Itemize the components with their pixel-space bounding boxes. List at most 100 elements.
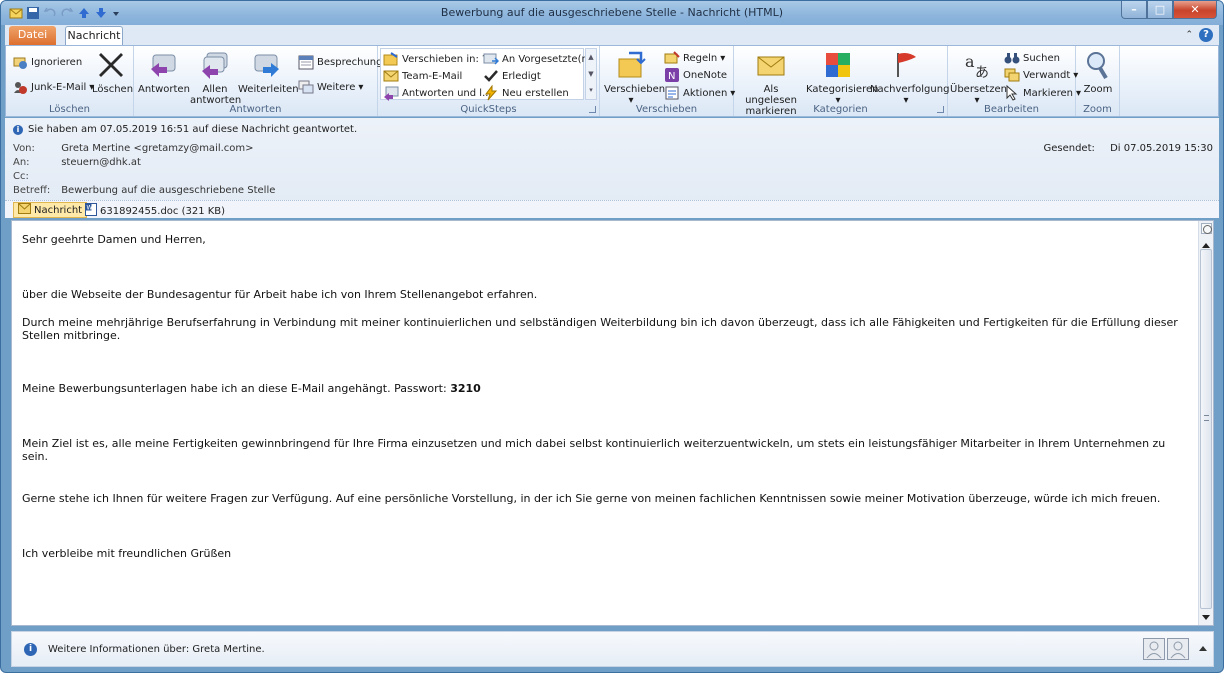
expand-gallery-icon[interactable]: ▾ xyxy=(586,83,596,97)
subject: Bewerbung auf die ausgeschriebene Stelle xyxy=(61,185,276,196)
checkmark-icon xyxy=(483,68,499,84)
outlook-message-window: Bewerbung auf die ausgeschriebene Stelle… xyxy=(0,0,1224,673)
paragraph-2: Durch meine mehrjährige Berufserfahrung … xyxy=(22,316,1178,342)
maximize-button[interactable]: □ xyxy=(1147,1,1173,19)
ignore-button[interactable]: Ignorieren xyxy=(12,54,82,70)
zoom-button[interactable]: Zoom xyxy=(1080,49,1116,95)
binoculars-icon xyxy=(1004,50,1020,66)
more-respond-button[interactable]: Weitere ▾ xyxy=(298,79,363,95)
reply-all-button[interactable]: Allen antworten xyxy=(190,49,241,106)
scroll-up-icon[interactable] xyxy=(1202,243,1210,248)
message-header: i Sie haben am 07.05.2019 16:51 auf dies… xyxy=(5,118,1219,201)
unread-mail-icon xyxy=(757,56,785,76)
expand-people-pane-icon[interactable] xyxy=(1199,646,1207,651)
sent-date: Gesendet: Di 07.05.2019 15:30 xyxy=(1043,143,1213,154)
tab-message[interactable]: Nachricht xyxy=(65,26,123,46)
quicksteps-scroll[interactable]: ▲ ▼ ▾ xyxy=(585,48,597,100)
close-button[interactable]: ✕ xyxy=(1173,1,1217,19)
message-body[interactable]: Sehr geehrte Damen und Herren, über die … xyxy=(11,220,1214,626)
window-controls: – □ ✕ xyxy=(1121,1,1217,19)
quickstep-reply-delete[interactable]: Antworten und l... xyxy=(383,85,492,101)
help-icon[interactable]: ? xyxy=(1199,28,1213,42)
group-label-zoom: Zoom xyxy=(1083,104,1112,115)
scroll-up-icon[interactable]: ▲ xyxy=(586,49,596,66)
group-quicksteps: Verschieben in: ? An Vorgesetzte(n) Team… xyxy=(378,46,600,116)
quickstep-team-mail[interactable]: Team-E-Mail xyxy=(383,68,462,84)
scroll-down-icon[interactable] xyxy=(1202,615,1210,620)
svg-text:あ: あ xyxy=(975,65,989,81)
scrollbar-thumb[interactable] xyxy=(1200,249,1212,609)
categorize-icon xyxy=(826,53,850,77)
title-bar: Bewerbung auf die ausgeschriebene Stelle… xyxy=(1,1,1223,25)
group-respond: Antworten Allen antworten Weiterleiten B… xyxy=(134,46,382,116)
recipient[interactable]: steuern@dhk.at xyxy=(61,157,141,168)
people-pane: i Weitere Informationen über: Greta Mert… xyxy=(11,631,1214,667)
quickstep-move-to[interactable]: Verschieben in: ? xyxy=(383,51,487,67)
quickstep-done[interactable]: Erledigt xyxy=(483,68,541,84)
sender[interactable]: Greta Mertine <gretamzy@mail.com> xyxy=(61,143,253,154)
forward-icon xyxy=(254,54,279,77)
related-icon xyxy=(1004,67,1020,83)
info-icon: i xyxy=(13,124,23,135)
message-tab[interactable]: Nachricht xyxy=(13,202,88,218)
meeting-button[interactable]: Besprechung xyxy=(298,54,382,70)
chevron-down-icon: ▾ xyxy=(358,81,364,93)
minimize-button[interactable]: – xyxy=(1121,1,1147,19)
move-button[interactable]: Verschieben ▾ xyxy=(604,49,665,106)
reply-all-icon xyxy=(202,52,228,79)
select-button[interactable]: Markieren ▾ xyxy=(1004,84,1081,101)
grip-icon xyxy=(1204,415,1209,421)
attachment-file[interactable]: W 631892455.doc (321 KB) xyxy=(85,203,225,219)
forward-button[interactable]: Weiterleiten xyxy=(238,49,299,95)
svg-text:W: W xyxy=(87,205,93,212)
smiley-icon xyxy=(1201,223,1212,234)
magnifier-icon xyxy=(1087,52,1108,80)
reply-icon xyxy=(151,54,176,77)
dialog-launcher-icon[interactable] xyxy=(937,106,944,113)
paragraph-3: Meine Bewerbungsunterlagen habe ich an d… xyxy=(22,382,481,395)
more-icon xyxy=(298,79,314,95)
avatar[interactable] xyxy=(1167,638,1189,660)
dialog-launcher-icon[interactable] xyxy=(589,106,596,113)
group-move: Verschieben ▾ Regeln ▾ N OneNote Aktione… xyxy=(600,46,735,116)
info-bar[interactable]: i Sie haben am 07.05.2019 16:51 auf dies… xyxy=(13,124,357,135)
find-button[interactable]: Suchen xyxy=(1004,50,1060,66)
delete-icon xyxy=(99,53,123,77)
translate-icon: aあ xyxy=(965,52,989,81)
reply-button[interactable]: Antworten xyxy=(138,49,190,95)
cursor-icon xyxy=(1004,84,1020,101)
group-tags: Als ungelesen markieren Kategorisieren ▾… xyxy=(734,46,949,117)
group-label-delete: Löschen xyxy=(48,104,91,115)
onenote-icon: N xyxy=(664,67,680,83)
paragraph-4: Mein Ziel ist es, alle meine Fertigkeite… xyxy=(22,437,1166,463)
related-button[interactable]: Verwandt ▾ xyxy=(1004,67,1078,83)
greeting: Sehr geehrte Damen und Herren, xyxy=(22,233,206,246)
actions-button[interactable]: Aktionen ▾ xyxy=(664,85,735,101)
group-label-quicksteps: QuickSteps xyxy=(460,104,517,115)
vertical-scrollbar[interactable] xyxy=(1198,221,1213,625)
onenote-button[interactable]: N OneNote xyxy=(664,67,727,83)
quickstep-create-new[interactable]: Neu erstellen xyxy=(483,84,569,101)
subject-row: Betreff: Bewerbung auf die ausgeschriebe… xyxy=(13,185,276,196)
junk-mail-button[interactable]: Junk-E-Mail ▾ xyxy=(12,79,94,95)
envelope-icon xyxy=(18,203,31,217)
translate-button[interactable]: aあ Übersetzen ▾ xyxy=(950,49,1007,106)
quickstep-to-manager[interactable]: An Vorgesetzte(n) xyxy=(483,51,592,67)
minimize-ribbon-icon[interactable]: ⌃ xyxy=(1185,30,1193,40)
avatar[interactable] xyxy=(1143,638,1165,660)
scroll-down-icon[interactable]: ▼ xyxy=(586,66,596,83)
rules-button[interactable]: Regeln ▾ xyxy=(664,50,725,66)
closing: Ich verbleibe mit freundlichen Grüßen xyxy=(22,547,232,560)
categorize-button[interactable]: Kategorisieren ▾ xyxy=(806,49,878,106)
group-label-tags: Kategorien xyxy=(813,104,868,115)
to-row: An: steuern@dhk.at xyxy=(13,157,141,168)
actions-icon xyxy=(664,85,680,101)
ribbon: Ignorieren Junk-E-Mail ▾ Löschen Löschen… xyxy=(5,45,1219,117)
tab-file[interactable]: Datei xyxy=(9,26,56,45)
group-zoom: Zoom Zoom xyxy=(1076,46,1120,116)
delete-button[interactable]: Löschen xyxy=(92,49,133,95)
word-document-icon: W xyxy=(85,203,97,219)
followup-button[interactable]: Nachverfolgung ▾ xyxy=(870,49,949,106)
from-row: Von: Greta Mertine <gretamzy@mail.com> xyxy=(13,143,254,154)
group-label-editing: Bearbeiten xyxy=(984,104,1039,115)
